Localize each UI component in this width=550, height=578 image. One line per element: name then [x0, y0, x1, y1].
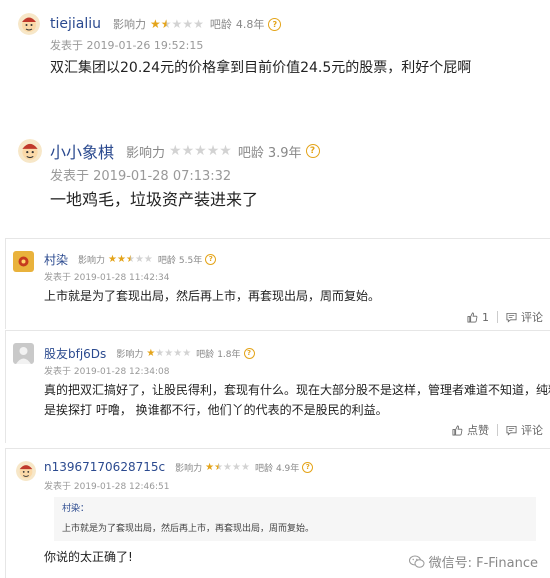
star-icon: ★	[182, 17, 194, 31]
divider	[497, 424, 498, 436]
age-value: 1.8年	[217, 349, 241, 360]
star-icon: ★	[108, 253, 117, 265]
star-icon: ★	[164, 347, 174, 359]
like-button[interactable]: 1	[467, 311, 489, 324]
action-bar: 点赞 评论	[452, 422, 543, 438]
star-icon: ★	[117, 253, 126, 265]
star-icon: ★	[193, 17, 204, 31]
influence-label: 影响力	[113, 18, 147, 31]
influence-label: 影响力	[78, 255, 106, 266]
star-icon: ★	[150, 17, 161, 31]
comment-4: 股友bfj6Ds 影响力 ★ ★ ★ ★ ★ 吧龄 1.8年 ? 发表于 2019-01…	[5, 330, 550, 443]
star-icon: ★	[134, 253, 144, 265]
star-icon: ★	[206, 143, 220, 159]
star-icon: ★	[125, 253, 135, 265]
comment-1: tiejialiu 影响力 ★ ★ ★ ★ ★ 吧龄 4.8年 ? 发表于 2019-0…	[0, 0, 550, 108]
comment-text: 一地鸡毛，垃圾资产装进来了	[50, 190, 259, 209]
quoted-comment: 村染： 上市就是为了套现出局，然后再上市，再套现出局，周而复始。	[54, 497, 536, 541]
watermark-text: 微信号: F-Finance	[428, 556, 538, 571]
username[interactable]: 小小象棋	[50, 139, 114, 163]
age-label: 吧龄	[254, 463, 273, 474]
username[interactable]: tiejialiu	[50, 16, 101, 32]
star-icon: ★	[181, 143, 195, 159]
influence-label: 影响力	[116, 349, 144, 360]
influence-stars: ★ ★ ★ ★ ★	[205, 462, 250, 473]
comment-icon	[506, 425, 517, 435]
influence-stars: ★ ★ ★ ★ ★	[150, 17, 204, 31]
comment-text: 双汇集团以20.24元的价格拿到目前价值24.5元的股票，利好个屁啊	[50, 60, 472, 76]
like-button[interactable]: 点赞	[452, 422, 489, 438]
comment-button[interactable]: 评论	[506, 422, 543, 438]
action-bar: 1 评论	[467, 309, 543, 325]
avatar[interactable]	[18, 139, 42, 163]
username[interactable]: 村染	[44, 251, 68, 268]
star-icon: ★	[223, 461, 233, 473]
age-label: 吧龄	[209, 18, 232, 31]
username[interactable]: n13967170628715c	[44, 460, 165, 474]
comment-2: 小小象棋 影响力 ★ ★ ★ ★ ★ 吧龄 3.9年 ? 发表于 2019-01-28 …	[0, 118, 550, 230]
age-value: 4.8年	[235, 18, 265, 31]
comment-text-line: 是挨探打 吁噜， 换谁都不行，他们丫的代表的不是股民的利益。	[44, 403, 388, 417]
star-icon: ★	[171, 17, 183, 31]
star-icon: ★	[194, 143, 207, 159]
comment-text: 你说的太正确了!	[44, 550, 133, 564]
influence-label: 影响力	[126, 145, 166, 161]
age-label: 吧龄	[237, 145, 264, 161]
comment-label: 评论	[521, 311, 543, 324]
influence-stars: ★ ★ ★ ★ ★	[146, 348, 191, 359]
like-label: 点赞	[467, 424, 489, 437]
avatar[interactable]	[13, 251, 34, 272]
watermark: 微信号: F-Finance	[408, 552, 538, 571]
username[interactable]: 股友bfj6Ds	[44, 345, 106, 362]
like-count: 1	[482, 310, 489, 324]
influence-stars: ★ ★ ★ ★ ★	[169, 143, 232, 159]
star-icon: ★	[160, 17, 172, 31]
influence-stars: ★ ★ ★ ★ ★	[108, 254, 153, 265]
star-icon: ★	[205, 461, 215, 473]
star-icon: ★	[155, 347, 165, 359]
help-icon[interactable]: ?	[205, 253, 217, 265]
comment-text: 上市就是为了套现出局，然后再上市，再套现出局，周而复始。	[44, 289, 381, 303]
star-icon: ★	[173, 347, 183, 359]
star-icon: ★	[169, 143, 182, 159]
wechat-icon	[408, 555, 425, 568]
post-time: 发表于 2019-01-28 07:13:32	[50, 169, 232, 184]
star-icon: ★	[232, 461, 241, 473]
star-icon: ★	[240, 461, 250, 473]
divider	[497, 311, 498, 323]
age-value: 5.5年	[178, 255, 203, 266]
star-icon: ★	[219, 143, 232, 159]
influence-label: 影响力	[175, 463, 203, 474]
comment-text-line: 真的把双汇搞好了，让股民得利，套现有什么。现在大部分股不是这样，管理者难道不知道…	[44, 383, 550, 397]
avatar[interactable]	[13, 343, 34, 364]
star-icon: ★	[146, 347, 156, 359]
age-value: 4.9年	[275, 463, 300, 474]
post-time: 发表于 2019-01-28 12:34:08	[44, 367, 170, 377]
help-icon[interactable]: ?	[305, 144, 320, 158]
age-label: 吧龄	[196, 349, 215, 360]
star-icon: ★	[143, 253, 153, 265]
comment-button[interactable]: 评论	[506, 309, 543, 325]
post-time: 发表于 2019-01-28 12:46:51	[44, 482, 170, 492]
avatar[interactable]	[18, 13, 40, 35]
comment-label: 评论	[521, 424, 543, 437]
age-value: 3.9年	[267, 145, 302, 161]
avatar[interactable]	[16, 461, 36, 481]
thumbs-up-icon	[467, 312, 478, 322]
quote-username[interactable]: 村染：	[62, 501, 89, 514]
quote-text: 上市就是为了套现出局，然后再上市，再套现出局，周而复始。	[62, 524, 315, 534]
comment-3: 村染 影响力 ★ ★ ★ ★ ★ 吧龄 5.5年 ? 发表于 2019-01-28 11…	[5, 238, 550, 329]
comment-icon	[506, 312, 517, 322]
star-icon: ★	[214, 461, 224, 473]
post-time: 发表于 2019-01-28 11:42:34	[44, 273, 170, 283]
help-icon[interactable]: ?	[268, 17, 282, 31]
help-icon[interactable]: ?	[243, 347, 255, 359]
thumbs-up-icon	[452, 425, 463, 435]
age-label: 吧龄	[157, 255, 176, 266]
star-icon: ★	[182, 347, 192, 359]
post-time: 发表于 2019-01-26 19:52:15	[50, 39, 204, 52]
help-icon[interactable]: ?	[302, 461, 314, 473]
